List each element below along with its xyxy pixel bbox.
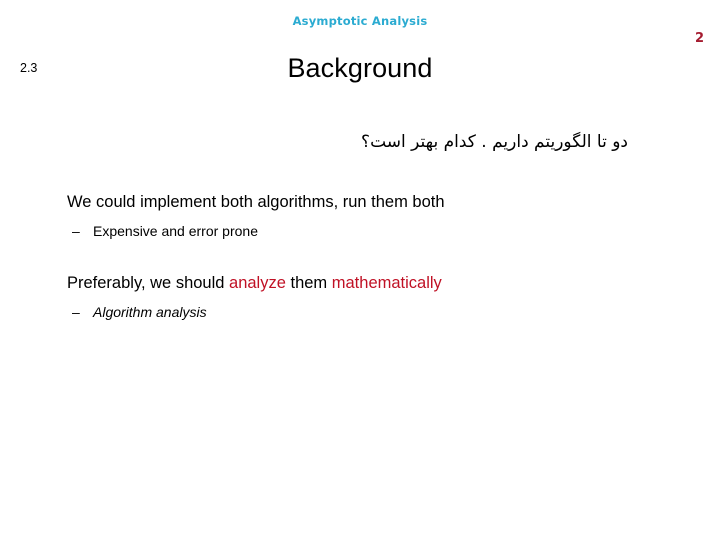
bullet-2-text-part-2: them [285,274,332,293]
bullet-2-text-part-1: Preferably, we should [67,274,230,293]
bullet-item-sub-2: – Algorithm analysis [72,303,667,321]
bullet-group-spacer [67,240,667,273]
bullet-item-sub-1: – Expensive and error prone [72,222,667,240]
rtl-question-text: دو تا الگوریتم داریم . کدام بهتر است؟ [361,132,628,152]
bullet-2-highlight-analyze: analyze [229,274,286,293]
bullet-item-sub-2-label: Algorithm analysis [93,304,207,321]
dash-bullet-icon: – [72,223,80,240]
slide-header-title: Asymptotic Analysis [292,14,428,28]
page-title: Background [287,53,433,83]
bullet-2-highlight-mathematically: mathematically [331,274,442,293]
bullet-item-primary-1: We could implement both algorithms, run … [67,193,445,211]
bullet-item-sub-1-label: Expensive and error prone [93,223,258,240]
page-number: 2 [694,31,704,46]
bullet-item-primary-2: Preferably, we should analyze them mathe… [67,273,667,294]
dash-bullet-icon: – [72,304,80,321]
bullet-list: We could implement both algorithms, run … [67,192,667,322]
slide-canvas: Asymptotic Analysis 2 2.3 Background دو … [0,0,720,540]
